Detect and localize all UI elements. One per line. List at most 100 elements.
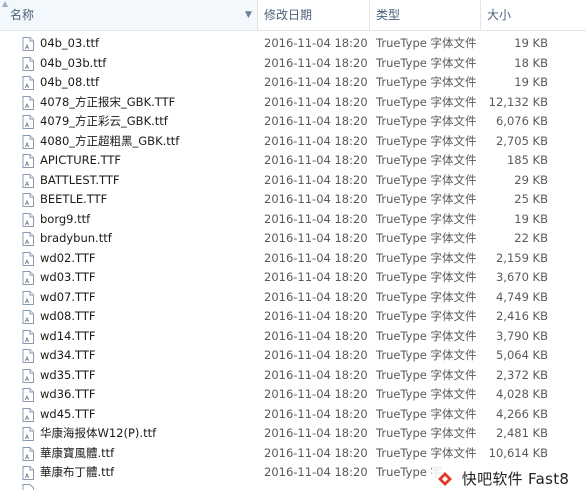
- column-header-name[interactable]: ▲ 名称 ▼: [0, 0, 258, 30]
- file-row[interactable]: Awd07.TTF 2016-11-04 18:20 TrueType 字体文件 4,…: [0, 288, 586, 308]
- file-modified-date: 2016-11-04 18:20: [264, 172, 368, 187]
- font-file-icon: A: [22, 446, 34, 461]
- font-file-icon: A: [22, 368, 34, 383]
- file-row[interactable]: A 華康寶風體.ttf 2016-11-04 18:20 TrueType 字体文件 1…: [0, 444, 586, 464]
- file-row[interactable]: A 4079_方正彩云_GBK.ttf 2016-11-04 18:20 TrueTy…: [0, 112, 586, 132]
- file-size: 19 KB: [514, 36, 548, 50]
- file-list: A 04b_03.ttf 2016-11-04 18:20 TrueType 字体文件…: [0, 34, 586, 483]
- file-row[interactable]: A 4080_方正超粗黑_GBK.ttf 2016-11-04 18:20 TrueT…: [0, 132, 586, 152]
- file-type: TrueType 字体文件: [376, 328, 477, 343]
- font-file-icon: A: [22, 134, 34, 149]
- file-size: 2,481 KB: [495, 426, 548, 440]
- file-name: APICTURE.TTF: [40, 153, 122, 167]
- file-size: 2,159 KB: [495, 250, 548, 265]
- file-modified-date: 2016-11-04 18:20: [264, 328, 368, 343]
- file-type: TrueType 字体文件: [376, 348, 477, 362]
- file-row[interactable]: A BEETLE.TTF 2016-11-04 18:20 TrueType 字体文件…: [0, 190, 586, 210]
- file-row[interactable]: A APICTURE.TTF 2016-11-04 18:20 TrueType 字体…: [0, 151, 586, 171]
- file-name: wd45.TTF: [40, 406, 96, 421]
- file-row[interactable]: Awd14.TTF 2016-11-04 18:20 TrueType 字体文件 3,…: [0, 327, 586, 347]
- file-row[interactable]: Awd36.TTF 2016-11-04 18:20 TrueType 字体文件 4,…: [0, 385, 586, 405]
- file-size: 19 KB: [514, 75, 548, 89]
- chevron-down-icon[interactable]: ▼: [245, 0, 252, 30]
- file-modified-date: 2016-11-04 18:20: [264, 387, 368, 401]
- file-modified-date: 2016-11-04 18:20: [264, 289, 368, 304]
- file-name: borg9.ttf: [40, 211, 91, 226]
- font-file-icon: A: [22, 466, 34, 480]
- file-row[interactable]: A 04b_08.ttf 2016-11-04 18:20 TrueType 字体文件…: [0, 73, 586, 93]
- file-type: TrueType 字体文件: [376, 75, 477, 89]
- font-file-icon: A: [22, 232, 34, 246]
- file-size: 19 KB: [514, 211, 548, 226]
- font-file-icon: A: [22, 37, 34, 51]
- file-type: TrueType 字体文件: [376, 270, 477, 284]
- file-size: 12,132 KB: [488, 94, 548, 109]
- file-modified-date: 2016-11-04 18:20: [264, 192, 368, 206]
- file-name: 04b_08.ttf: [40, 75, 100, 89]
- font-file-icon: A: [22, 407, 34, 422]
- file-row[interactable]: A 04b_03.ttf 2016-11-04 18:20 TrueType 字体文件…: [0, 34, 586, 54]
- file-name: wd35.TTF: [40, 367, 96, 382]
- file-name: 4078_方正报宋_GBK.TTF: [40, 94, 176, 109]
- file-name: wd34.TTF: [40, 348, 96, 362]
- file-row[interactable]: A 华康海报体W12(P).ttf 2016-11-04 18:20 TrueType…: [0, 424, 586, 444]
- file-row[interactable]: A 4078_方正报宋_GBK.TTF 2016-11-04 18:20 TrueTy…: [0, 93, 586, 113]
- file-type: TrueType 字体文件: [376, 94, 477, 109]
- column-header-bar: ▲ 名称 ▼ 修改日期 类型 大小: [0, 0, 586, 31]
- file-name: wd08.TTF: [40, 309, 96, 323]
- file-modified-date: 2016-11-04 18:20: [264, 153, 368, 167]
- file-size: 29 KB: [514, 172, 548, 187]
- file-size: 4,749 KB: [495, 289, 548, 304]
- file-modified-date: 2016-11-04 18:20: [264, 426, 368, 440]
- file-name: BEETLE.TTF: [40, 192, 108, 206]
- column-header-date-label: 修改日期: [264, 8, 313, 22]
- file-size: 25 KB: [514, 192, 548, 206]
- file-row[interactable]: Abradybun.ttf 2016-11-04 18:20 TrueType 字体…: [0, 229, 586, 249]
- file-name: 04b_03.ttf: [40, 36, 100, 50]
- file-modified-date: 2016-11-04 18:20: [264, 133, 368, 148]
- file-size: 3,790 KB: [495, 328, 548, 343]
- file-row[interactable]: Awd45.TTF 2016-11-04 18:20 TrueType 字体文件 4,…: [0, 405, 586, 425]
- file-row[interactable]: Awd03.TTF 2016-11-04 18:20 TrueType 字体文件 3,…: [0, 268, 586, 288]
- file-modified-date: 2016-11-04 18:20: [264, 75, 368, 89]
- file-row[interactable]: Awd02.TTF 2016-11-04 18:20 TrueType 字体文件 2,…: [0, 249, 586, 269]
- font-file-icon: A: [22, 310, 34, 324]
- file-row[interactable]: A 04b_03b.ttf 2016-11-04 18:20 TrueType 字体文…: [0, 54, 586, 74]
- file-row[interactable]: Awd08.TTF 2016-11-04 18:20 TrueType 字体文件 2,…: [0, 307, 586, 327]
- file-modified-date: 2016-11-04 18:20: [264, 36, 368, 50]
- file-type: TrueType 字体文件: [376, 289, 477, 304]
- file-type: TrueType 字体文件: [376, 426, 477, 440]
- file-modified-date: 2016-11-04 18:20: [264, 406, 368, 421]
- file-row[interactable]: A BATTLEST.TTF 2016-11-04 18:20 TrueType 字体…: [0, 171, 586, 191]
- file-type: TrueType 字体文件: [376, 309, 477, 323]
- file-row[interactable]: Awd35.TTF 2016-11-04 18:20 TrueType 字体文件 2,…: [0, 366, 586, 386]
- file-type: TrueType 字体文件: [376, 211, 477, 226]
- file-modified-date: 2016-11-04 18:20: [264, 309, 368, 323]
- file-row[interactable]: Awd34.TTF 2016-11-04 18:20 TrueType 字体文件 5,…: [0, 346, 586, 366]
- file-row[interactable]: Aborg9.ttf 2016-11-04 18:20 TrueType 字体文件 1…: [0, 210, 586, 230]
- column-header-size[interactable]: 大小: [481, 0, 586, 30]
- file-modified-date: 2016-11-04 18:20: [264, 231, 368, 245]
- file-size: 5,064 KB: [495, 348, 548, 362]
- file-type: TrueType 字体文件: [376, 387, 477, 401]
- font-file-icon: A: [22, 290, 34, 305]
- file-modified-date: 2016-11-04 18:20: [264, 211, 368, 226]
- file-name: bradybun.ttf: [40, 231, 112, 245]
- column-header-date[interactable]: 修改日期: [258, 0, 370, 30]
- file-name: wd14.TTF: [40, 328, 96, 343]
- file-size: 4,028 KB: [495, 387, 548, 401]
- file-modified-date: 2016-11-04 18:20: [264, 250, 368, 265]
- file-name: 華康布丁體.ttf: [40, 465, 115, 479]
- font-file-icon: A: [22, 349, 34, 363]
- file-name: 华康海报体W12(P).ttf: [40, 426, 157, 440]
- file-type: TrueType 字体文件: [376, 406, 477, 421]
- file-size: 22 KB: [514, 231, 548, 245]
- column-header-type-label: 类型: [376, 8, 401, 22]
- column-header-type[interactable]: 类型: [370, 0, 481, 30]
- file-size: 2,416 KB: [495, 309, 548, 323]
- file-type: TrueType 字体文件: [376, 114, 477, 128]
- file-type: TrueType 字体文件: [376, 231, 477, 245]
- font-file-icon: A: [22, 56, 34, 71]
- file-modified-date: 2016-11-04 18:20: [264, 94, 368, 109]
- file-type: TrueType 字体文件: [376, 55, 477, 70]
